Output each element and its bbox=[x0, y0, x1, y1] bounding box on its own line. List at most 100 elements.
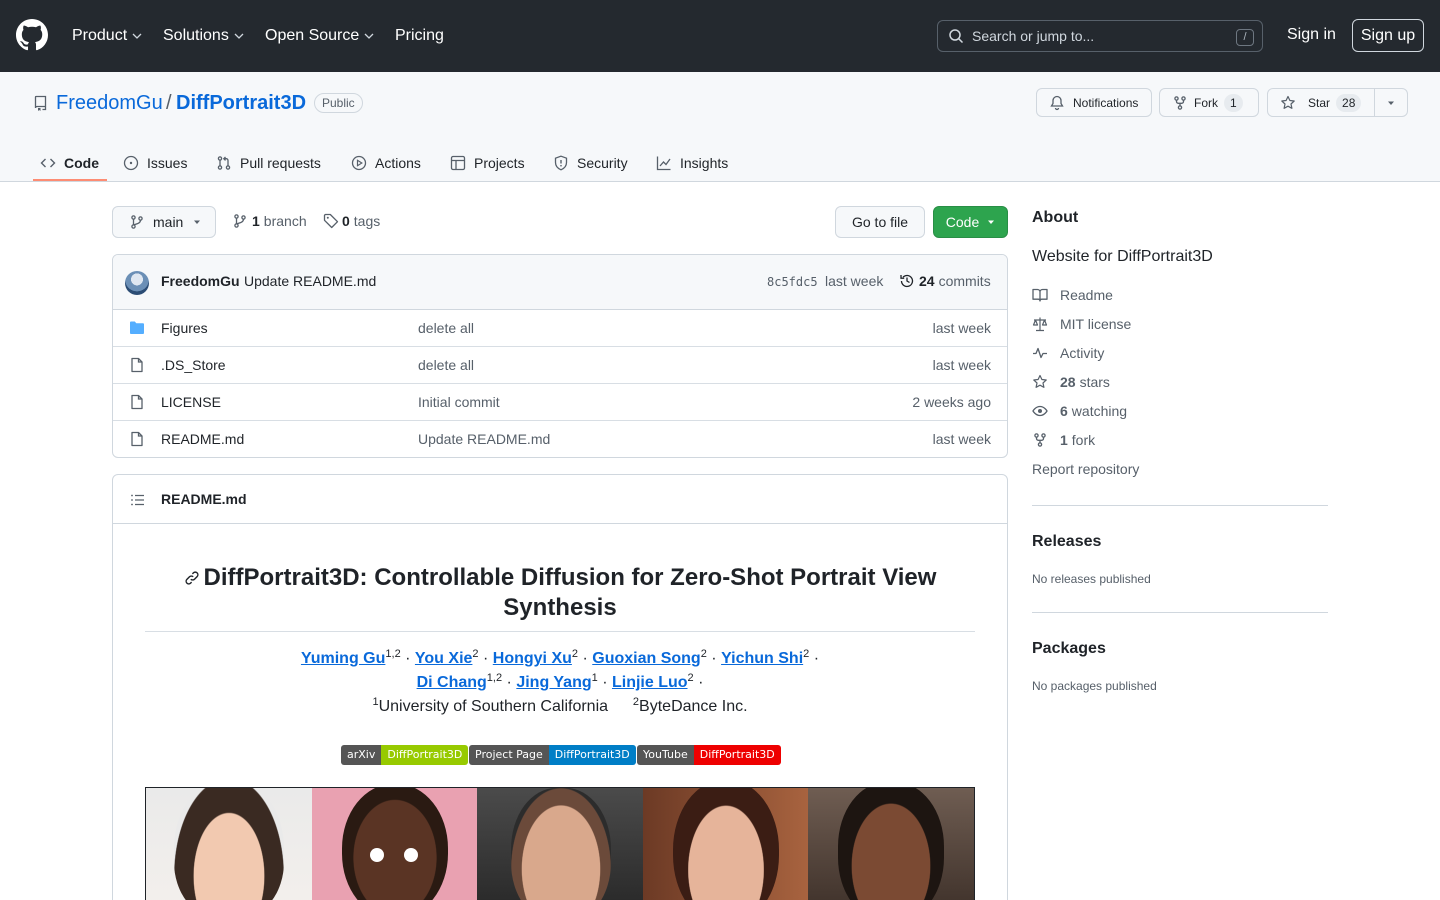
active-tab-indicator bbox=[33, 179, 107, 181]
file-commit-message[interactable]: Update README.md bbox=[418, 431, 550, 447]
file-row-license[interactable]: LICENSE Initial commit 2 weeks ago bbox=[113, 383, 1007, 420]
fork-button[interactable]: Fork 1 bbox=[1159, 88, 1259, 117]
avatar[interactable] bbox=[125, 271, 149, 295]
code-button[interactable]: Code bbox=[933, 206, 1008, 238]
star-list-dropdown[interactable] bbox=[1374, 88, 1408, 117]
tab-insights[interactable]: Insights bbox=[656, 144, 728, 182]
tab-issues[interactable]: Issues bbox=[123, 144, 187, 182]
file-icon bbox=[131, 394, 143, 410]
commit-author[interactable]: FreedomGu bbox=[161, 273, 240, 289]
file-row-figures[interactable]: Figures delete all last week bbox=[113, 310, 1007, 347]
github-logo-icon[interactable] bbox=[16, 19, 48, 51]
author-link[interactable]: Jing Yang bbox=[516, 674, 591, 691]
author-link[interactable]: Yuming Gu bbox=[301, 650, 385, 667]
anchor-link-icon[interactable] bbox=[184, 570, 200, 586]
repo-owner-link[interactable]: FreedomGu bbox=[56, 92, 163, 115]
tab-projects[interactable]: Projects bbox=[450, 144, 525, 182]
badge-label: YouTube bbox=[637, 745, 694, 765]
go-to-file-button[interactable]: Go to file bbox=[835, 206, 925, 238]
project-page-badge[interactable]: Project Page DiffPortrait3D bbox=[469, 745, 636, 765]
activity-link[interactable]: Activity bbox=[1032, 345, 1104, 361]
law-icon bbox=[1032, 317, 1048, 332]
nav-open-source[interactable]: Open Source bbox=[265, 0, 374, 72]
stars-count: 28 bbox=[1060, 374, 1076, 390]
pulse-icon bbox=[1033, 347, 1047, 359]
author-link[interactable]: Linjie Luo bbox=[612, 674, 688, 691]
nav-product[interactable]: Product bbox=[72, 0, 142, 72]
tab-code[interactable]: Code bbox=[40, 144, 99, 182]
releases-empty-text: No releases published bbox=[1032, 572, 1151, 586]
eye-icon bbox=[1032, 405, 1048, 417]
file-browser: FreedomGu Update README.md 8c5fdc5 last … bbox=[112, 254, 1008, 458]
file-age: last week bbox=[932, 320, 991, 336]
file-name[interactable]: README.md bbox=[161, 431, 244, 447]
branches-label: branch bbox=[263, 213, 307, 229]
watchers-link[interactable]: 6 watching bbox=[1032, 403, 1127, 419]
license-link[interactable]: MIT license bbox=[1032, 316, 1131, 332]
tags-link[interactable]: 0 tags bbox=[323, 213, 380, 229]
author-link[interactable]: You Xie bbox=[415, 650, 473, 667]
tab-code-label: Code bbox=[64, 155, 99, 171]
branches-link[interactable]: 1 branch bbox=[232, 213, 307, 229]
affiliation-1: University of Southern California bbox=[378, 698, 609, 715]
chevron-down-icon bbox=[364, 33, 374, 39]
author-affiliation: 1,2 bbox=[385, 648, 401, 660]
author-affiliation: 2 bbox=[571, 648, 579, 660]
chevron-down-icon bbox=[132, 33, 142, 39]
fork-icon bbox=[1174, 95, 1186, 110]
watching-label: watching bbox=[1071, 403, 1128, 419]
commit-message[interactable]: Update README.md bbox=[244, 273, 376, 289]
author-link[interactable]: Di Chang bbox=[417, 674, 487, 691]
list-unordered-icon[interactable] bbox=[130, 492, 146, 508]
packages-heading[interactable]: Packages bbox=[1032, 640, 1106, 658]
file-commit-message[interactable]: delete all bbox=[418, 357, 474, 373]
releases-heading[interactable]: Releases bbox=[1032, 533, 1101, 551]
nav-pricing[interactable]: Pricing bbox=[395, 0, 444, 72]
author-link[interactable]: Yichun Shi bbox=[721, 650, 803, 667]
fork-counter: 1 bbox=[1224, 93, 1243, 112]
file-commit-message[interactable]: Initial commit bbox=[418, 394, 500, 410]
readme-filename[interactable]: README.md bbox=[161, 491, 247, 507]
tag-icon bbox=[323, 213, 339, 229]
file-row-ds-store[interactable]: .DS_Store delete all last week bbox=[113, 346, 1007, 383]
repo-name-link[interactable]: DiffPortrait3D bbox=[176, 92, 306, 115]
readme-link[interactable]: Readme bbox=[1032, 287, 1113, 303]
portrait-image bbox=[146, 788, 312, 900]
stars-link[interactable]: 28 stars bbox=[1032, 374, 1110, 390]
tab-security-label: Security bbox=[577, 155, 628, 171]
tab-actions[interactable]: Actions bbox=[351, 144, 421, 182]
nav-solutions[interactable]: Solutions bbox=[163, 0, 244, 72]
tab-pull-requests[interactable]: Pull requests bbox=[216, 144, 321, 182]
star-button[interactable]: Star 28 bbox=[1267, 88, 1375, 117]
youtube-badge[interactable]: YouTube DiffPortrait3D bbox=[637, 745, 781, 765]
portrait-image bbox=[477, 788, 643, 900]
tab-projects-label: Projects bbox=[474, 155, 525, 171]
search-input[interactable]: Search or jump to... / bbox=[937, 20, 1263, 52]
readme-title-text: DiffPortrait3D: Controllable Diffusion f… bbox=[203, 564, 937, 621]
file-commit-message[interactable]: delete all bbox=[418, 320, 474, 336]
commit-sha[interactable]: 8c5fdc5 bbox=[767, 275, 818, 289]
file-row-readme[interactable]: README.md Update README.md last week bbox=[113, 420, 1007, 457]
file-name[interactable]: Figures bbox=[161, 320, 208, 336]
tab-security[interactable]: Security bbox=[553, 144, 628, 182]
report-repository-link[interactable]: Report repository bbox=[1032, 461, 1139, 477]
file-name[interactable]: .DS_Store bbox=[161, 357, 226, 373]
arxiv-badge[interactable]: arXiv DiffPortrait3D bbox=[341, 745, 469, 765]
branch-selector[interactable]: main bbox=[112, 206, 216, 238]
author-separator: · bbox=[698, 674, 704, 691]
repo-description: Website for DiffPortrait3D bbox=[1032, 248, 1213, 265]
commits-history-link[interactable]: 24 commits bbox=[899, 273, 991, 289]
title-divider bbox=[145, 631, 975, 632]
authors-line-1: Yuming Gu1,2 · You Xie2 · Hongyi Xu2 · G… bbox=[145, 647, 975, 671]
author-link[interactable]: Hongyi Xu bbox=[493, 650, 572, 667]
nav-product-label: Product bbox=[72, 27, 128, 44]
play-circle-icon bbox=[351, 155, 367, 171]
forks-link[interactable]: 1 fork bbox=[1032, 432, 1095, 448]
sign-up-button[interactable]: Sign up bbox=[1352, 19, 1424, 52]
author-separator: · bbox=[506, 674, 512, 691]
search-placeholder: Search or jump to... bbox=[972, 28, 1095, 44]
file-name[interactable]: LICENSE bbox=[161, 394, 221, 410]
notifications-button[interactable]: Notifications bbox=[1036, 88, 1152, 117]
author-link[interactable]: Guoxian Song bbox=[592, 650, 700, 667]
sign-in-link[interactable]: Sign in bbox=[1287, 26, 1336, 44]
